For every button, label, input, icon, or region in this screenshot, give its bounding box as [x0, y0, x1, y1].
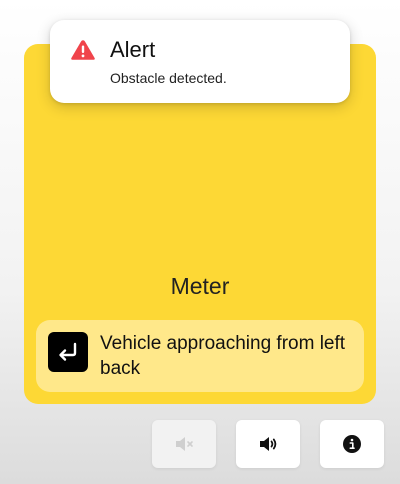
vehicle-notification: Vehicle approaching from left back: [36, 320, 364, 392]
speaker-volume-icon: [260, 437, 277, 451]
warning-triangle-icon: [71, 40, 95, 60]
alert-title: Alert: [110, 37, 156, 62]
volume-button[interactable]: [236, 420, 300, 468]
notification-text: Vehicle approaching from left back: [100, 333, 346, 379]
meter-label: Meter: [170, 273, 230, 299]
speaker-muted-icon: [176, 437, 193, 451]
info-icon: [343, 435, 361, 453]
return-arrow-icon: [48, 332, 88, 372]
info-button[interactable]: [320, 420, 384, 468]
alert-popup: Alert Obstacle detected.: [50, 20, 350, 103]
alert-message: Obstacle detected.: [110, 70, 227, 86]
mute-button[interactable]: [152, 420, 216, 468]
